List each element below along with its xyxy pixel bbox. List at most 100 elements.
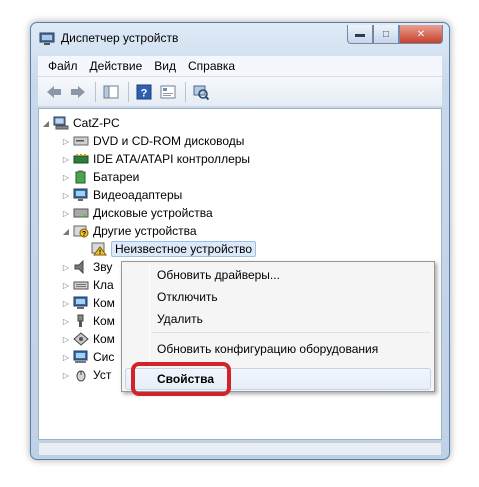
expand-arrow-icon[interactable]: ▷: [61, 353, 71, 362]
dvd-drive-icon: [73, 133, 89, 149]
expand-arrow-icon[interactable]: ▷: [61, 209, 71, 218]
help-button[interactable]: ?: [133, 81, 155, 103]
tree-item-label: Батареи: [93, 170, 140, 184]
menu-item-uninstall[interactable]: Удалить: [157, 312, 203, 326]
tree-item-ide[interactable]: ▷ IDE ATA/ATAPI контроллеры: [61, 150, 250, 168]
tree-root[interactable]: ◢ CatZ-PC: [41, 114, 120, 132]
video-adapter-icon: [73, 187, 89, 203]
expand-arrow-icon[interactable]: ▷: [61, 263, 71, 272]
menu-view[interactable]: Вид: [148, 59, 182, 73]
properties-pane-icon: [103, 85, 119, 98]
disk-drive-icon: [73, 205, 89, 221]
tree-item-label: IDE ATA/ATAPI контроллеры: [93, 152, 251, 166]
toolbar-separator: [185, 81, 186, 102]
tree-item-other[interactable]: ◢ ? Другие устройства: [61, 222, 197, 240]
tree-item-label: Неизвестное устройство: [111, 241, 257, 257]
expand-arrow-icon[interactable]: ▷: [61, 281, 71, 290]
expand-arrow-icon[interactable]: ▷: [61, 317, 71, 326]
tree-item-keyboards[interactable]: ▷ Кла: [61, 276, 114, 294]
tree-item-battery[interactable]: ▷ Батареи: [61, 168, 139, 186]
minimize-button[interactable]: ▬: [347, 25, 373, 44]
toolbar-separator: [128, 81, 129, 102]
tree-item-label: Кла: [93, 278, 114, 292]
tree-item-storage-controllers[interactable]: ▷ Ком: [61, 330, 115, 348]
menu-item-disable[interactable]: Отключить: [157, 290, 218, 304]
tree-item-disks[interactable]: ▷ Дисковые устройства: [61, 204, 213, 222]
tree-item-unknown-device[interactable]: Неизвестное устройство: [89, 240, 257, 258]
svg-text:?: ?: [82, 231, 86, 238]
expand-arrow-icon[interactable]: ▷: [61, 173, 71, 182]
back-icon: [47, 85, 61, 98]
scan-hardware-button[interactable]: [190, 81, 212, 103]
computer-icon: [73, 295, 89, 311]
expand-arrow-icon[interactable]: ▷: [61, 137, 71, 146]
tree-item-label: Дисковые устройства: [93, 206, 213, 220]
tree-item-system[interactable]: ▷ Сис: [61, 348, 114, 366]
keyboard-icon: [73, 277, 89, 293]
maximize-icon: □: [382, 28, 390, 40]
menu-file[interactable]: Файл: [42, 59, 84, 73]
tree-root-label: CatZ-PC: [73, 116, 120, 130]
help-icon: ?: [136, 84, 152, 99]
tree-item-label: Видеоадаптеры: [93, 188, 183, 202]
expand-arrow-icon[interactable]: ▷: [61, 191, 71, 200]
back-button[interactable]: [43, 81, 65, 103]
expand-arrow-icon[interactable]: ▷: [61, 335, 71, 344]
device-view-button[interactable]: [157, 81, 179, 103]
tree-item-hid[interactable]: ▷ Уст: [61, 366, 111, 384]
usb-icon: [73, 313, 89, 329]
expand-arrow-icon[interactable]: ▷: [61, 371, 71, 380]
tree-item-label: DVD и CD-ROM дисководы: [93, 134, 245, 148]
svg-text:?: ?: [141, 87, 148, 99]
window-title: Диспетчер устройств: [61, 31, 179, 45]
tree-item-label: Ком: [93, 332, 115, 346]
maximize-button[interactable]: □: [373, 25, 399, 44]
menu-item-scan-hardware-changes[interactable]: Обновить конфигурацию оборудования: [157, 342, 378, 356]
tree-item-sound[interactable]: ▷ Зву: [61, 258, 112, 276]
sound-icon: [73, 259, 89, 275]
close-icon: ✕: [416, 28, 426, 40]
ide-controller-icon: [73, 151, 89, 167]
tree-item-label: Сис: [93, 350, 115, 364]
computer-root-icon: [53, 115, 69, 131]
minimize-icon: ▬: [355, 28, 365, 40]
device-manager-icon: [39, 32, 55, 45]
tree-item-label: Ком: [93, 296, 115, 310]
battery-icon: [73, 169, 89, 185]
tree-item-label: Другие устройства: [93, 224, 197, 238]
tree-item-video[interactable]: ▷ Видеоадаптеры: [61, 186, 182, 204]
context-menu-separator: [152, 332, 430, 333]
tree-item-label: Уст: [93, 368, 112, 382]
scan-hardware-icon: [193, 85, 209, 100]
tree-item-usb[interactable]: ▷ Ком: [61, 312, 115, 330]
menu-help[interactable]: Справка: [182, 59, 241, 73]
menu-action[interactable]: Действие: [84, 59, 149, 73]
close-button[interactable]: ✕: [399, 25, 443, 44]
tree-item-computer[interactable]: ▷ Ком: [61, 294, 115, 312]
collapse-arrow-icon[interactable]: ◢: [41, 119, 51, 128]
tree-item-dvd[interactable]: ▷ DVD и CD-ROM дисководы: [61, 132, 244, 150]
status-bar: [38, 442, 442, 456]
properties-pane-button[interactable]: [100, 81, 122, 103]
forward-icon: [71, 85, 85, 98]
tree-item-label: Ком: [93, 314, 115, 328]
properties-highlight-ring: [131, 362, 231, 396]
tree-item-label: Зву: [93, 260, 113, 274]
title-bar[interactable]: Диспетчер устройств ▬ □ ✕: [31, 23, 449, 55]
forward-button[interactable]: [67, 81, 89, 103]
toolbar-separator: [95, 81, 96, 102]
caption-buttons: ▬ □ ✕: [347, 25, 443, 45]
expand-arrow-icon[interactable]: ▷: [61, 155, 71, 164]
system-devices-icon: [73, 349, 89, 365]
hid-icon: [73, 367, 89, 383]
menu-item-update-drivers[interactable]: Обновить драйверы...: [157, 268, 280, 282]
device-manager-window: Диспетчер устройств ▬ □ ✕ Файл Действие …: [30, 22, 450, 460]
unknown-device-warning-icon: [91, 241, 107, 257]
expand-arrow-icon[interactable]: ▷: [61, 299, 71, 308]
menu-bar: Файл Действие Вид Справка: [38, 56, 442, 77]
device-view-icon: [160, 85, 176, 98]
toolbar: ?: [38, 77, 442, 107]
other-devices-icon: ?: [73, 223, 89, 239]
storage-controller-icon: [73, 331, 89, 347]
collapse-arrow-icon[interactable]: ◢: [61, 227, 71, 236]
